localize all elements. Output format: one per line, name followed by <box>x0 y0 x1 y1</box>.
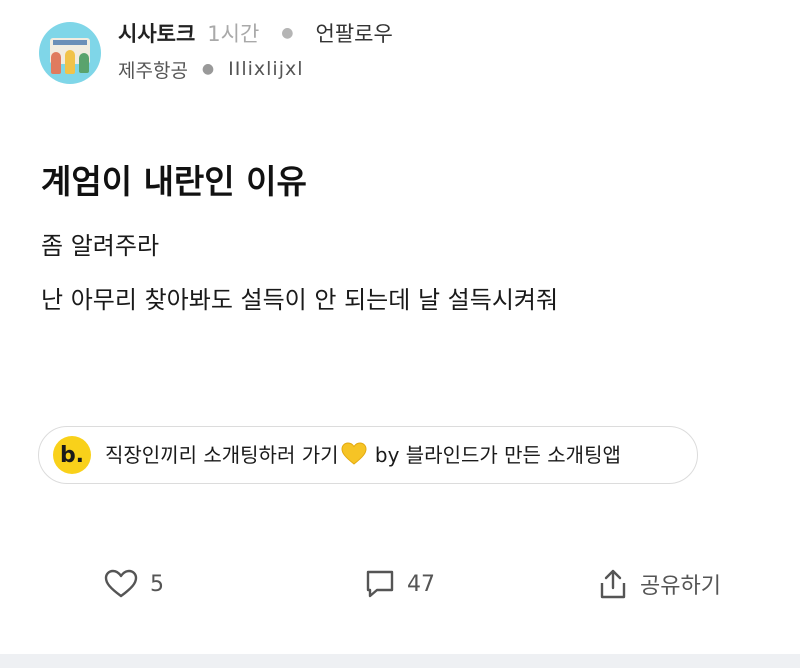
post-meta-row: 시사토크 1시간 ● 언팔로우 <box>118 18 393 48</box>
post-time: 1시간 <box>207 22 260 46</box>
bottom-divider <box>0 654 800 668</box>
blind-logo-icon: b. <box>53 436 91 474</box>
post-body-line: 난 아무리 찾아봐도 설득이 안 되는데 날 설득시켜줘 <box>41 286 559 314</box>
author-company[interactable]: 제주항공 <box>118 56 188 83</box>
separator-dot: ● <box>281 25 294 41</box>
post-body-line: 좀 알려주라 <box>41 232 160 260</box>
yellow-heart-icon <box>341 442 367 471</box>
avatar-bar-shape <box>53 40 87 45</box>
ad-text-by: by 블라인드가 만든 소개팅앱 <box>374 443 621 467</box>
like-button[interactable]: 5 <box>104 564 164 604</box>
board-name-link[interactable]: 시사토크 <box>118 18 195 48</box>
comment-button[interactable]: 47 <box>365 564 435 604</box>
author-nickname[interactable]: IIlixlijxl <box>228 58 303 80</box>
share-button[interactable]: 공유하기 <box>598 564 721 604</box>
comment-count: 47 <box>407 571 435 597</box>
ad-banner-text: 직장인끼리 소개팅하러 가기 by 블라인드가 만든 소개팅앱 <box>105 439 621 471</box>
separator-dot: ● <box>201 61 215 77</box>
like-count: 5 <box>150 571 164 597</box>
share-label: 공유하기 <box>640 574 721 599</box>
unfollow-button[interactable]: 언팔로우 <box>316 18 393 48</box>
avatar-figure-shape <box>65 50 75 74</box>
ad-banner[interactable]: b. 직장인끼리 소개팅하러 가기 by 블라인드가 만든 소개팅앱 <box>38 426 698 484</box>
author-row: 제주항공 ● IIlixlijxl <box>118 55 304 83</box>
post-title: 계엄이 내란인 이유 <box>41 162 307 201</box>
board-avatar[interactable] <box>39 22 101 84</box>
heart-icon <box>104 569 138 599</box>
share-icon <box>598 568 628 600</box>
comment-bubble-icon <box>365 569 395 599</box>
avatar-figure-shape <box>51 52 61 74</box>
avatar-figure-shape <box>79 53 89 73</box>
ad-text-main: 직장인끼리 소개팅하러 가기 <box>105 443 339 467</box>
